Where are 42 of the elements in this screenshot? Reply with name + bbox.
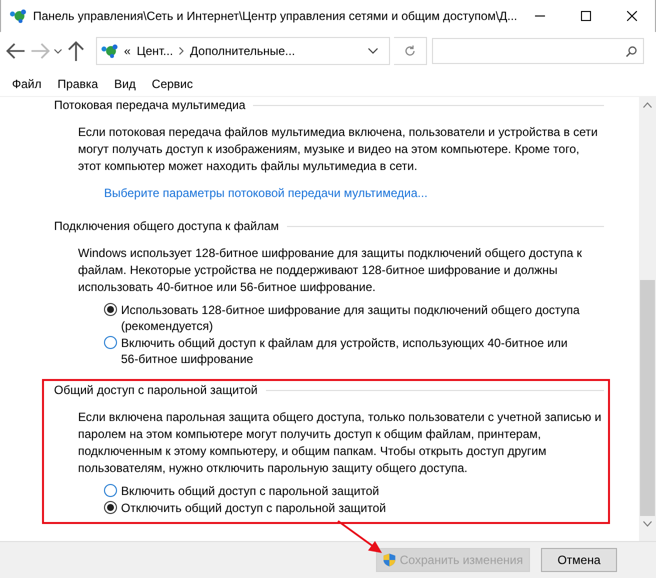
radio-button[interactable] — [104, 303, 117, 316]
radio-button[interactable] — [104, 501, 117, 514]
chevron-right-icon — [179, 47, 184, 55]
search-field[interactable] — [432, 38, 644, 64]
network-icon — [101, 44, 118, 58]
settings-link[interactable]: Выберите параметры потоковой передачи мультимедиа... — [104, 185, 608, 202]
scroll-up-icon[interactable] — [643, 102, 652, 108]
radio-label[interactable]: Отключить общий доступ с парольной защитой — [121, 500, 583, 516]
scrollbar[interactable] — [639, 97, 656, 541]
back-arrow-icon[interactable] — [6, 41, 26, 61]
menu-item[interactable]: Правка — [50, 75, 106, 91]
description-text: Если включена парольная защита общего доступа, только пользователи с учетной записью и паролем на этом компьютере могут получить доступ к общим файлам, принтерам, подключенным к этому компьютеру, и общим папкам. Чтобы открыть доступ другим пользователям, нужно отключить парольную защиту общего доступа. — [78, 409, 602, 477]
window-title: Панель управления\Сеть и Интернет\Центр управления сетями и общим доступом\Д... — [32, 9, 518, 23]
chevron-down-icon[interactable] — [54, 48, 62, 54]
menu-item[interactable]: Файл — [4, 75, 50, 91]
chevron-down-icon[interactable] — [368, 48, 378, 54]
description-text: Windows использует 128-битное шифрование для защиты подключений общего доступа к файлам. Некоторые устройства не поддерживают 128-битное шифрование и должны использовать 40-битное или 56-битное шифрование. — [78, 245, 583, 296]
maximize-icon[interactable] — [581, 11, 592, 21]
breadcrumb-overflow[interactable]: « — [124, 44, 131, 58]
radio-label[interactable]: Использовать 128-битное шифрование для защиты подключений общего доступа (рекомендуется) — [121, 302, 583, 334]
breadcrumb[interactable]: Дополнительные... — [190, 44, 296, 58]
radio-label[interactable]: Включить общий доступ с парольной защитой — [121, 483, 583, 499]
section-heading: Потоковая передача мультимедиа — [54, 97, 246, 114]
search-icon[interactable] — [626, 46, 637, 56]
radio-button[interactable] — [104, 484, 117, 497]
close-icon[interactable] — [627, 11, 638, 21]
address-bar[interactable]: « Цент... Дополнительные... — [96, 37, 390, 65]
radio-label[interactable]: Включить общий доступ к файлам для устройств, использующих 40-битное или 56-битное шифрование — [121, 335, 583, 367]
refresh-icon[interactable] — [404, 45, 416, 57]
shield-icon — [383, 553, 396, 567]
menu-item[interactable]: Вид — [106, 75, 144, 91]
menu-item[interactable]: Сервис — [144, 75, 201, 91]
network-icon — [9, 9, 27, 23]
scroll-thumb[interactable] — [640, 280, 655, 516]
radio-button[interactable] — [104, 336, 117, 349]
cancel-button[interactable]: Отмена — [541, 548, 617, 572]
breadcrumb[interactable]: Цент... — [136, 44, 174, 58]
scroll-down-icon[interactable] — [643, 521, 652, 527]
up-arrow-icon[interactable] — [66, 41, 86, 61]
section-heading: Общий доступ с парольной защитой — [54, 382, 258, 399]
description-text: Если потоковая передача файлов мультимедиа включена, пользователи и устройства в сети могут получать доступ к изображениям, музыке и видео на этом компьютере. Кроме того, этот компьютер может находить файлы мультимедиа в сети. — [78, 124, 599, 175]
section-heading: Подключения общего доступа к файлам — [54, 218, 279, 235]
